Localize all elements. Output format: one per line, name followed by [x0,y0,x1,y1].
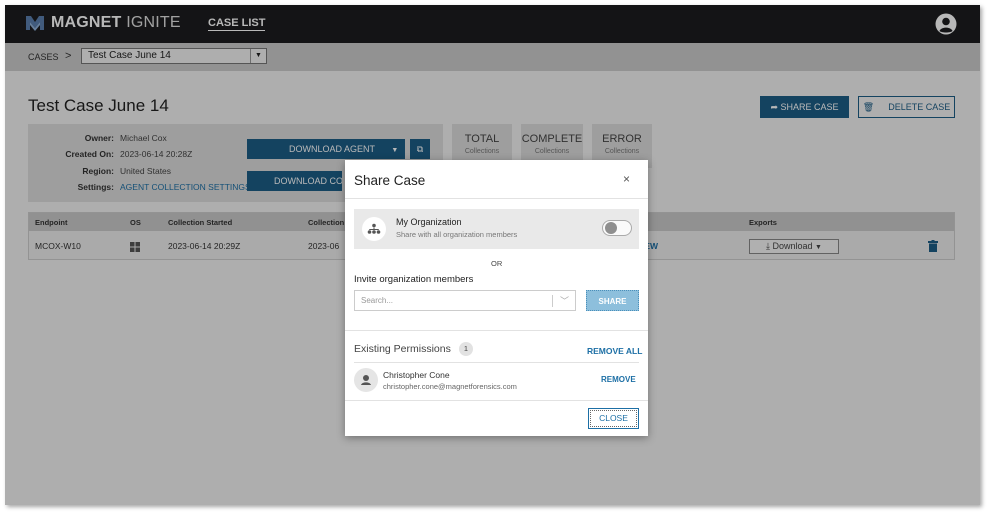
close-icon[interactable]: × [623,172,630,186]
share-button[interactable]: SHARE [586,290,639,311]
divider [345,400,648,401]
invite-label: Invite organization members [354,274,474,285]
permission-user-name: Christopher Cone [383,370,450,380]
or-separator: OR [491,259,503,268]
user-icon [354,368,378,392]
dialog-title: Share Case [354,173,426,188]
chevron-down-icon[interactable]: ﹀ [560,294,569,307]
divider [345,198,648,199]
toggle-knob [605,222,617,234]
remove-all-link[interactable]: REMOVE ALL [587,346,642,356]
permissions-count-badge: 1 [459,342,473,356]
share-with-organization-toggle[interactable] [602,220,632,236]
remove-permission-link[interactable]: REMOVE [601,375,636,384]
existing-permissions-label: Existing Permissions [354,343,451,355]
my-organization-option: My Organization Share with all organizat… [354,209,639,249]
share-case-dialog: Share Case × My Organization Share with … [345,160,648,436]
app-window: MAGNET IGNITE CASE LIST CASES > Test Cas… [5,5,980,505]
divider [552,295,553,307]
close-button[interactable]: CLOSE [588,408,639,429]
permission-user-email: christopher.cone@magnetforensics.com [383,382,517,391]
divider [345,330,648,331]
member-search-input[interactable]: Search... ﹀ [354,290,576,311]
divider [354,362,639,363]
organization-icon [362,217,386,241]
